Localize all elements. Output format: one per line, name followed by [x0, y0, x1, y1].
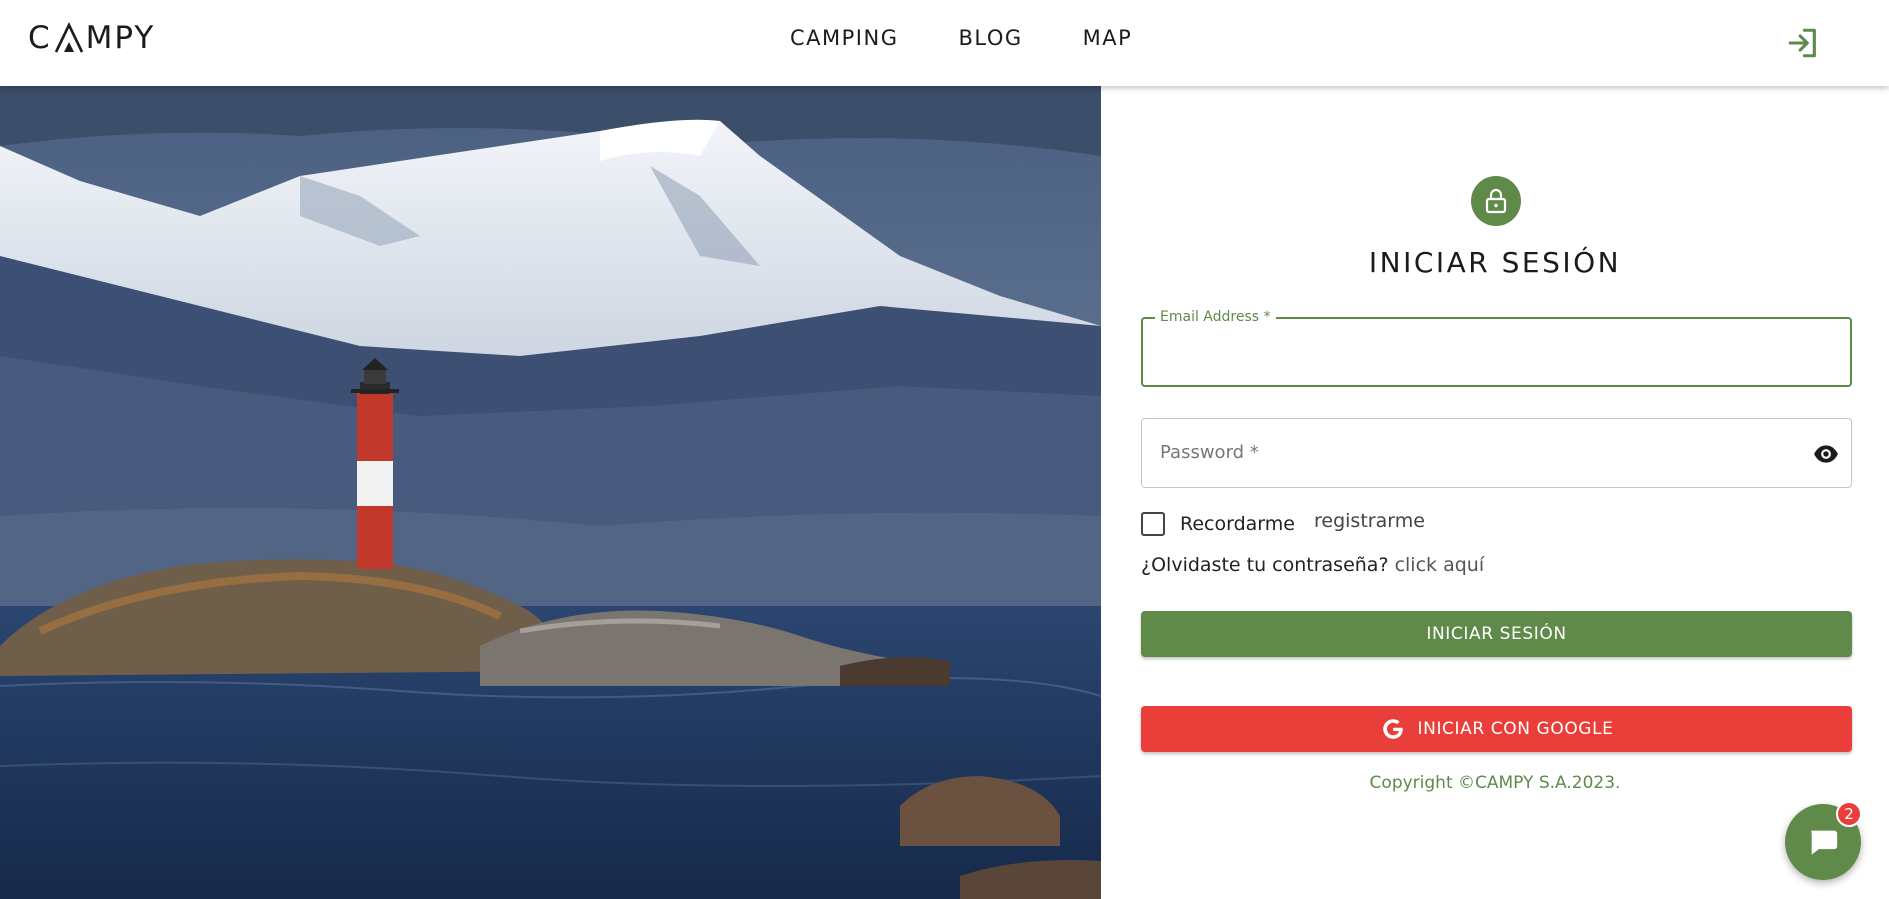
- google-button-label: INICIAR CON GOOGLE: [1417, 719, 1614, 739]
- chat-badge: 2: [1836, 801, 1862, 827]
- login-panel: INICIAR SESIÓN Email Address * Password …: [1101, 86, 1889, 899]
- lock-icon: [1485, 188, 1507, 214]
- hero-image: [0, 86, 1101, 899]
- chat-icon: [1811, 830, 1838, 855]
- login-button-label: INICIAR SESIÓN: [1426, 624, 1567, 644]
- tent-logo-icon: [54, 22, 83, 53]
- email-input[interactable]: [1159, 319, 1799, 385]
- lock-badge: [1471, 176, 1521, 226]
- password-input[interactable]: [1158, 419, 1798, 487]
- nav-camping[interactable]: CAMPING: [790, 26, 899, 50]
- lighthouse-landscape: [0, 86, 1101, 899]
- login-icon[interactable]: [1786, 26, 1820, 60]
- remember-me: Recordarme: [1141, 512, 1295, 536]
- nav-blog[interactable]: BLOG: [959, 26, 1023, 50]
- top-header: C MPY CAMPING BLOG MAP: [0, 0, 1889, 86]
- email-field[interactable]: Email Address *: [1141, 309, 1852, 387]
- logo-text-left: C: [28, 20, 52, 56]
- nav-map[interactable]: MAP: [1083, 26, 1133, 50]
- logo-text-right: MPY: [85, 20, 156, 56]
- forgot-text: ¿Olvidaste tu contraseña?: [1141, 554, 1389, 576]
- remember-checkbox[interactable]: [1141, 512, 1165, 536]
- password-field[interactable]: Password *: [1141, 418, 1852, 488]
- remember-label: Recordarme: [1180, 513, 1295, 535]
- forgot-password: ¿Olvidaste tu contraseña? click aquí: [1141, 554, 1484, 576]
- forgot-link[interactable]: click aquí: [1395, 554, 1485, 576]
- login-button[interactable]: INICIAR SESIÓN: [1141, 611, 1852, 657]
- campy-logo[interactable]: C MPY: [28, 20, 155, 56]
- page-title: INICIAR SESIÓN: [1368, 246, 1622, 279]
- google-login-button[interactable]: INICIAR CON GOOGLE: [1141, 706, 1852, 752]
- eye-icon[interactable]: [1811, 441, 1841, 467]
- register-link[interactable]: registrarme: [1314, 510, 1425, 532]
- google-icon: [1382, 719, 1403, 739]
- copyright: Copyright ©CAMPY S.A.2023.: [1369, 773, 1621, 793]
- main-nav: CAMPING BLOG MAP: [790, 26, 1132, 50]
